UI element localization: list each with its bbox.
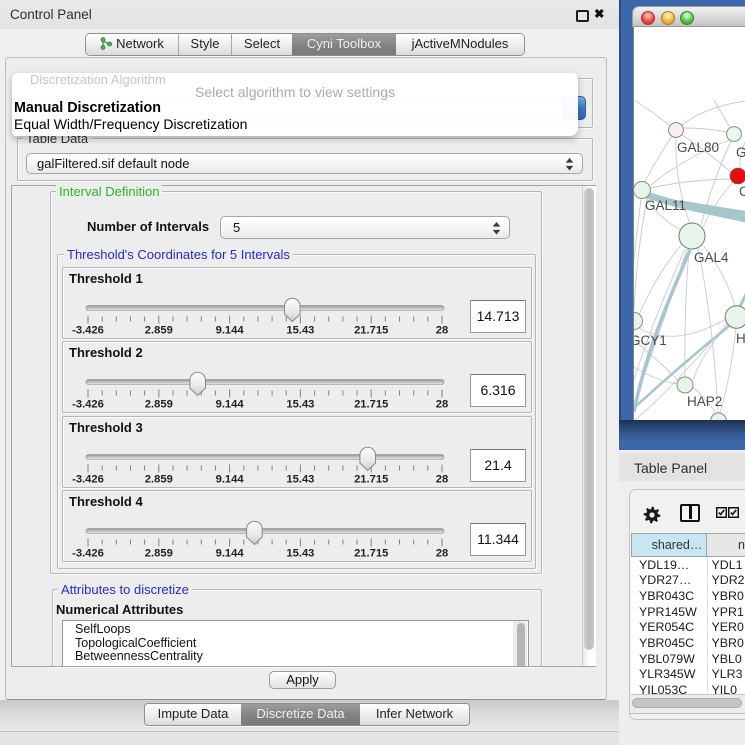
svg-text:21.715: 21.715 <box>354 399 388 411</box>
svg-text:2.859: 2.859 <box>145 325 173 337</box>
svg-text:2.859: 2.859 <box>145 399 173 411</box>
svg-text:GA: GA <box>736 145 745 160</box>
svg-text:-3.426: -3.426 <box>72 474 104 486</box>
svg-text:9.144: 9.144 <box>216 548 245 560</box>
svg-text:9.144: 9.144 <box>216 325 245 337</box>
svg-text:-3.426: -3.426 <box>72 399 104 411</box>
svg-text:2.859: 2.859 <box>145 474 173 486</box>
svg-text:28: 28 <box>436 548 448 560</box>
svg-text:-3.426: -3.426 <box>72 325 104 337</box>
svg-text:9.144: 9.144 <box>216 474 245 486</box>
svg-text:GAL80: GAL80 <box>677 140 719 155</box>
svg-text:21.715: 21.715 <box>354 325 388 337</box>
svg-text:15.43: 15.43 <box>286 325 314 337</box>
svg-text:28: 28 <box>436 399 448 411</box>
svg-text:28: 28 <box>436 325 448 337</box>
svg-text:15.43: 15.43 <box>286 548 314 560</box>
svg-text:C: C <box>739 184 745 199</box>
svg-text:H: H <box>736 331 745 346</box>
svg-text:GCY1: GCY1 <box>634 333 667 348</box>
svg-text:GAL11: GAL11 <box>645 198 686 213</box>
svg-text:21.715: 21.715 <box>354 474 388 486</box>
svg-text:GAL4: GAL4 <box>694 250 729 265</box>
svg-text:21.715: 21.715 <box>354 548 388 560</box>
svg-text:15.43: 15.43 <box>286 474 314 486</box>
svg-text:9.144: 9.144 <box>216 399 245 411</box>
svg-text:28: 28 <box>436 474 448 486</box>
svg-text:-3.426: -3.426 <box>72 548 104 560</box>
svg-text:HAP2: HAP2 <box>687 394 722 409</box>
svg-text:15.43: 15.43 <box>286 399 314 411</box>
svg-text:2.859: 2.859 <box>145 548 173 560</box>
